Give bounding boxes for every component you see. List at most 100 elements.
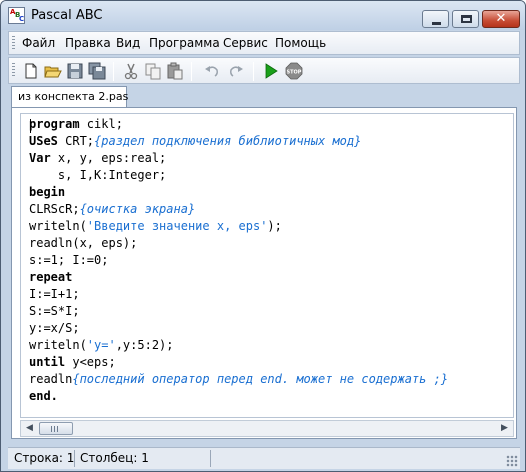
code-line: begin xyxy=(29,184,65,201)
maximize-button[interactable] xyxy=(452,10,479,28)
code-line: writeln('y=',y:5:2); xyxy=(29,337,174,354)
code-editor[interactable]: program cikl; USeS CRT;{раздел подключени… xyxy=(20,113,514,418)
toolbar-grip-icon[interactable] xyxy=(12,63,15,78)
tab-strip: из конспекта 2.pas xyxy=(8,85,520,108)
code-text: y:=x/S; xyxy=(29,321,80,335)
code-line: readln(x, eps); xyxy=(29,235,137,252)
run-icon xyxy=(265,63,278,79)
code-keyword: begin xyxy=(29,185,66,199)
minimize-button[interactable] xyxy=(422,10,449,28)
status-row: Строка: 1 xyxy=(14,451,75,465)
paste-button[interactable] xyxy=(166,62,184,80)
code-text: readln(x, eps); xyxy=(29,236,138,250)
menu-grip-icon[interactable] xyxy=(12,36,15,51)
scroll-thumb[interactable] xyxy=(39,422,73,435)
toolbar-separator xyxy=(113,62,114,81)
code-keyword: repeat xyxy=(29,270,73,284)
code-line: S:=S*I; xyxy=(29,303,80,320)
code-line: y:=x/S; xyxy=(29,320,80,337)
code-text: s:=1; I:=0; xyxy=(29,253,109,267)
save-icon xyxy=(67,63,83,79)
code-comment: {последний оператор перед end. может не … xyxy=(72,372,449,386)
close-icon: ✕ xyxy=(495,11,507,26)
horizontal-scrollbar[interactable]: ◀ ▶ xyxy=(20,420,514,437)
open-file-button[interactable] xyxy=(44,62,62,80)
menu-view[interactable]: Вид xyxy=(116,36,140,50)
code-text: writeln( xyxy=(29,219,87,233)
code-text: ); xyxy=(267,219,282,233)
save-all-icon xyxy=(88,62,106,80)
code-line: Var x, y, eps:real; xyxy=(29,150,166,167)
code-text: I:=I+1; xyxy=(29,287,80,301)
thumb-grip-icon xyxy=(51,426,60,432)
run-button[interactable] xyxy=(262,62,280,80)
code-text: s, I,K:Integer; xyxy=(29,168,167,182)
minimize-icon xyxy=(432,22,441,25)
menu-service[interactable]: Сервис xyxy=(223,36,268,50)
code-keyword: until xyxy=(29,355,66,369)
status-divider xyxy=(210,450,211,467)
code-comment: {раздел подключения библиотичных мод} xyxy=(94,134,362,148)
cut-button[interactable] xyxy=(122,62,140,80)
code-line: s:=1; I:=0; xyxy=(29,252,108,269)
title-bar[interactable]: ABC Pascal ABC ✕ xyxy=(1,1,525,30)
code-line: USeS CRT;{раздел подключения библиотичны… xyxy=(29,133,361,150)
undo-icon xyxy=(205,66,218,77)
code-text: S:=S*I; xyxy=(29,304,80,318)
status-column: Столбец: 1 xyxy=(80,451,149,465)
code-line: program cikl; xyxy=(29,116,123,133)
code-line: end. xyxy=(29,388,58,405)
paste-icon xyxy=(167,62,183,80)
undo-button[interactable] xyxy=(203,62,221,80)
code-keyword: end. xyxy=(29,389,58,403)
code-keyword: Var xyxy=(29,151,51,165)
code-line: I:=I+1; xyxy=(29,286,80,303)
open-folder-icon xyxy=(44,66,62,78)
save-all-button[interactable] xyxy=(88,62,106,80)
toolbar-separator xyxy=(253,62,254,81)
code-keyword: program xyxy=(29,117,80,131)
menu-edit[interactable]: Правка xyxy=(65,36,111,50)
new-file-icon xyxy=(25,63,37,79)
code-line: repeat xyxy=(29,269,72,286)
code-string: 'Введите значение x, eps' xyxy=(86,219,268,233)
stop-button[interactable]: STOP xyxy=(285,62,303,80)
toolbar: STOP xyxy=(8,57,520,84)
code-line: s, I,K:Integer; xyxy=(29,167,166,184)
pascal-app-icon: ABC xyxy=(8,7,25,24)
scroll-left-icon[interactable]: ◀ xyxy=(21,421,38,436)
code-keyword: USeS xyxy=(29,134,58,148)
code-line: until y<eps; xyxy=(29,354,116,371)
scroll-right-icon[interactable]: ▶ xyxy=(496,421,513,436)
menu-file[interactable]: Файл xyxy=(22,36,55,50)
copy-icon xyxy=(145,63,161,80)
code-text: ,y:5:2); xyxy=(115,338,174,352)
cut-icon xyxy=(124,63,138,80)
code-text: y<eps; xyxy=(65,355,116,369)
code-text: writeln( xyxy=(29,338,87,352)
code-text: CRT; xyxy=(57,134,95,148)
main-window: ABC Pascal ABC ✕ Файл Правка Вид Програм… xyxy=(0,0,526,472)
code-text: CLRScR; xyxy=(29,202,80,216)
redo-button[interactable] xyxy=(227,62,245,80)
save-button[interactable] xyxy=(66,62,84,80)
code-line: CLRScR;{очистка экрана} xyxy=(29,201,195,218)
menu-help[interactable]: Помощь xyxy=(275,36,326,50)
new-file-button[interactable] xyxy=(22,62,40,80)
redo-icon xyxy=(230,66,243,77)
code-string: 'y=' xyxy=(86,338,116,352)
resize-grip-icon[interactable] xyxy=(506,455,518,467)
status-bar: Строка: 1 Столбец: 1 xyxy=(8,447,520,469)
editor-panel: program cikl; USeS CRT;{раздел подключени… xyxy=(11,107,517,439)
tab-file[interactable]: из конспекта 2.pas xyxy=(11,86,128,108)
stop-icon: STOP xyxy=(285,62,303,80)
code-text: readln xyxy=(29,372,73,386)
copy-button[interactable] xyxy=(144,62,162,80)
toolbar-separator xyxy=(191,62,192,81)
menu-bar: Файл Правка Вид Программа Сервис Помощь xyxy=(8,31,520,55)
close-button[interactable]: ✕ xyxy=(482,10,520,28)
code-line: readln{последний оператор перед end. мож… xyxy=(29,371,448,388)
menu-program[interactable]: Программа xyxy=(149,36,220,50)
window-title: Pascal ABC xyxy=(31,8,103,23)
code-line: writeln('Введите значение x, eps'); xyxy=(29,218,282,235)
